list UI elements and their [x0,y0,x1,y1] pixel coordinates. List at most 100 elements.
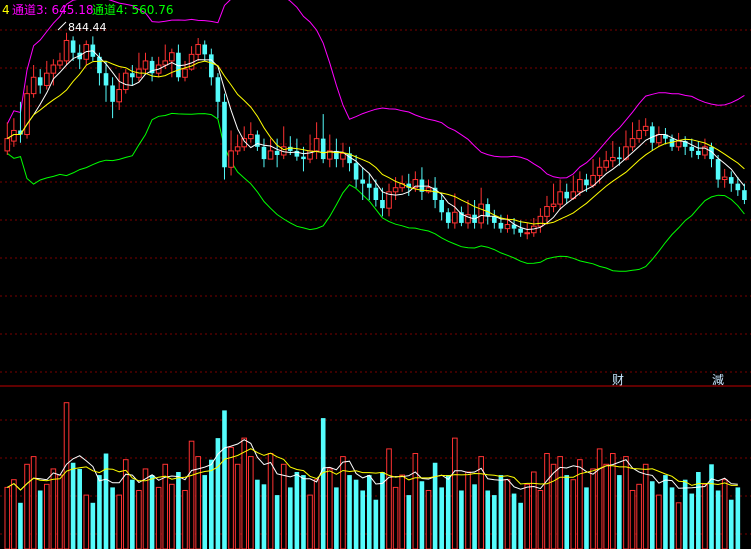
candle-body-up [478,203,484,224]
volume-bar-down [287,487,293,549]
volume-bar-up [504,479,511,549]
volume-bar-down [347,475,352,549]
candle-body-up [550,203,557,208]
candle-body-down [617,157,622,160]
volume-bar-down [334,487,339,549]
channel-lines [6,0,745,272]
volume-bar-up [136,489,142,549]
volume-bar-down [445,475,451,549]
candle-body-down [202,44,208,55]
candle-body-down [353,163,359,180]
candle-body-down [728,177,734,184]
volume-bar-down [18,502,23,549]
volume-bar-down [301,475,306,549]
candle-body-down [715,159,721,180]
volume-bar-up [570,479,577,549]
candle-body-up [162,60,169,66]
volume-bar-down [492,495,497,549]
candle-body-down [498,222,504,229]
candle-body-down [445,212,451,223]
candle-body-up [642,125,649,131]
marker-jian[interactable]: 減 [712,372,724,387]
candle-body-up [504,224,511,230]
volume-bar-up [609,453,616,549]
stock-chart[interactable]: 4 通道3: 645.18 通道4: 560.76 844.44 财 減 [0,0,751,549]
volume-bar-up [43,483,50,549]
volume-bar-up [30,456,37,549]
candle-body-up [63,39,70,62]
volume-bar-down [360,490,365,549]
volume-bar-up [83,494,90,549]
volume-bar-up [4,486,11,549]
volume-bar-up [557,456,563,549]
volume-bar-down [617,475,622,549]
candle-body-up [267,150,274,160]
volume-bar-down [709,464,714,549]
volume-bar-up [636,483,642,549]
volume-bar-up [326,468,333,549]
candle-body-down [735,183,741,191]
candle-body-up [557,191,563,205]
candle-body-up [182,68,188,78]
volume-bar-up [675,502,682,549]
volume-bar-down [682,479,688,549]
candle-body-down [518,228,523,233]
candle-body-up [4,138,11,152]
candle-body-down [70,40,76,53]
volume-bar-down [439,487,444,549]
volume-bar-up [590,468,596,549]
candle-body-up [524,232,531,235]
candle-body-down [649,126,655,143]
volume-bar-down [110,487,115,549]
volume-bar-up [399,474,405,549]
volume-bar-up [642,463,649,549]
volume-bar-down [564,475,570,549]
volume-bar-up [122,459,129,549]
volume-bar-down [353,479,359,549]
candle-body-up [656,134,662,144]
volume-bar-up [116,494,122,549]
volume-bar-up [248,456,254,549]
volume-bar-down [274,495,280,549]
volume-bar-up [392,486,399,549]
volume-bar-up [234,463,241,549]
volume-bar-down [176,472,181,549]
candle-body-down [584,179,589,186]
candle-body-up [721,176,728,181]
volume-bar-up [537,489,544,549]
candle-body-up [537,215,544,227]
volume-bar-down [518,502,523,549]
volume-bar-up [241,437,248,549]
candle-body-down [209,54,214,78]
candle-body-down [564,191,570,199]
high-label-pointer [57,21,67,31]
volume-bar-up [524,483,531,549]
marker-cai[interactable]: 财 [612,373,624,387]
volume-bar-down [373,499,379,549]
volume-bar-up [603,463,610,549]
volume-bar-up [544,453,550,549]
candle-body-down [37,77,43,86]
volume-bar-up [57,474,63,549]
candle-body-up [30,76,37,95]
volume-bar-down [689,493,695,549]
candle-body-down [215,77,221,102]
volume-bar-down [294,472,300,549]
volume-bar-down [511,493,517,549]
volume-bar-down [222,410,227,549]
candle-body-up [43,72,50,86]
candle-body-down [261,146,267,160]
candle-body-down [485,204,491,217]
volume-bar-up [596,448,603,549]
volume-bar-down [584,487,589,549]
volume-bar-down [261,484,267,549]
volume-bar-down [498,475,504,549]
chart-canvas: 4 通道3: 645.18 通道4: 560.76 844.44 财 減 [0,0,751,549]
volume-bar-up [550,463,557,549]
candle-body-up [577,179,583,193]
volume-bar-up [169,483,175,549]
volume-bar-up [267,453,274,549]
channel4-readout: 通道4: 560.76 [92,3,173,17]
candle-body-down [380,200,385,209]
candle-body-up [57,60,63,66]
